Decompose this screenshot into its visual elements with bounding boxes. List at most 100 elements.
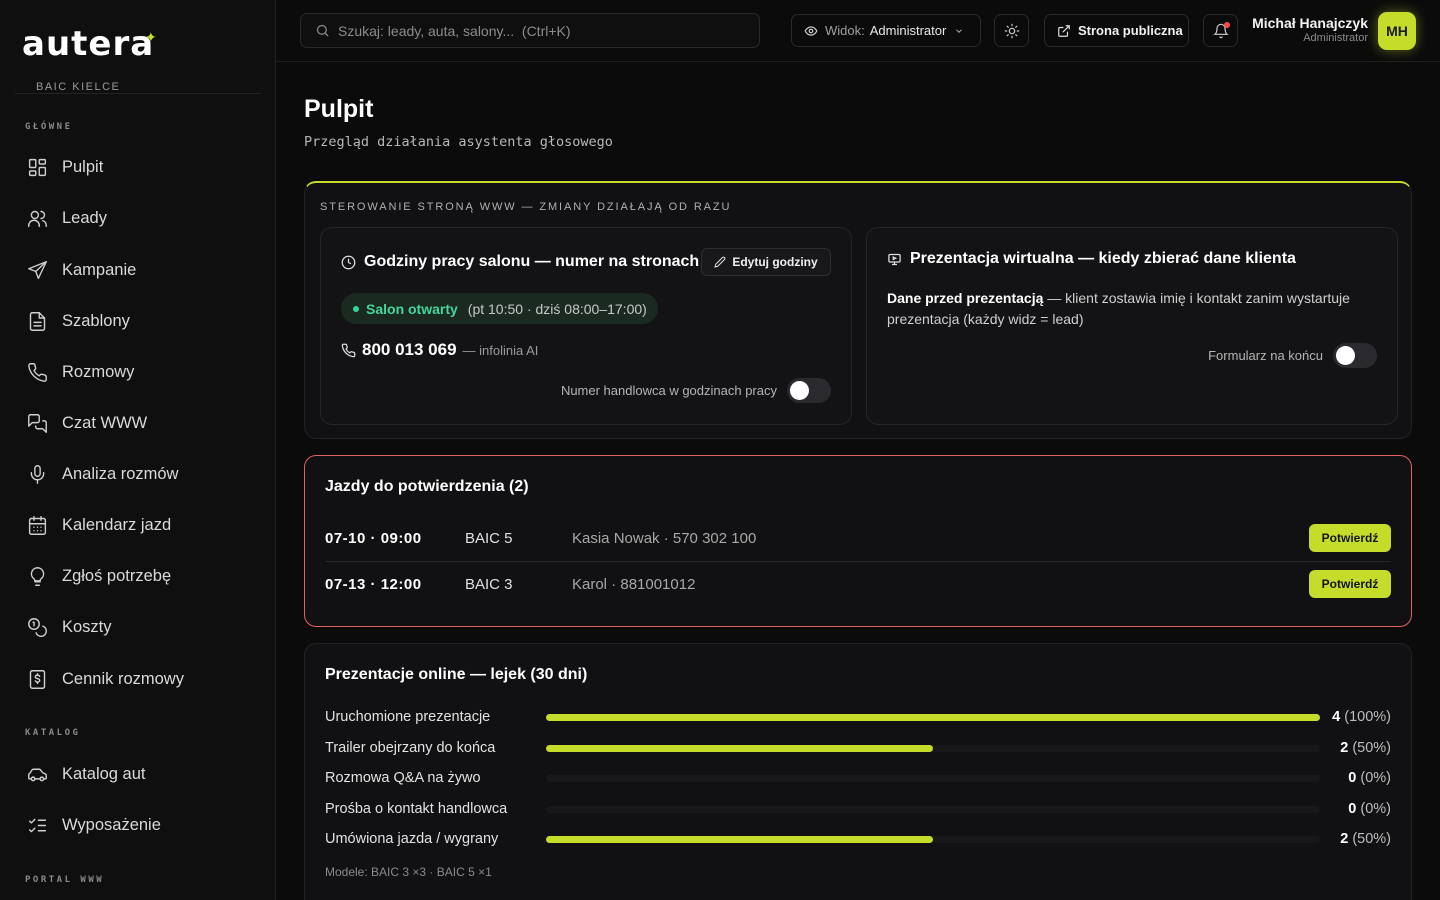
confirm-button[interactable]: Potwierdź bbox=[1309, 524, 1391, 552]
sidebar-item-label: Czat WWW bbox=[62, 413, 148, 432]
sidebar-item-szablony[interactable]: Szablony bbox=[14, 301, 262, 341]
funnel-label: Rozmowa Q&A na żywo bbox=[325, 770, 481, 786]
funnel-percent: (100%) bbox=[1344, 709, 1391, 725]
funnel-bar-track bbox=[546, 835, 1320, 843]
sidebar-item-leady[interactable]: Leady bbox=[14, 198, 262, 238]
sidebar-item-katalog-aut[interactable]: Katalog aut bbox=[14, 754, 262, 794]
funnel-value: 2 (50%) bbox=[1320, 831, 1391, 847]
sidebar-item-pulpit[interactable]: Pulpit bbox=[14, 147, 262, 187]
toggle-knob bbox=[1336, 346, 1355, 365]
avatar[interactable]: MH bbox=[1378, 12, 1416, 50]
dealer-number-toggle-label: Numer handlowca w godzinach pracy bbox=[560, 383, 777, 398]
sidebar-item-zglos-potrzebe[interactable]: Zgłoś potrzebę bbox=[14, 556, 262, 596]
topbar: Widok: Administrator Strona publiczna Mi… bbox=[276, 0, 1440, 62]
notifications-button[interactable] bbox=[1203, 14, 1238, 47]
edit-hours-label: Edytuj godziny bbox=[732, 255, 818, 269]
phone-icon bbox=[341, 343, 356, 357]
brand-logo[interactable]: autera ✦ bbox=[22, 26, 157, 62]
funnel-bar-fill bbox=[546, 744, 933, 752]
sidebar-item-label: Rozmowy bbox=[62, 362, 135, 381]
pricing-icon bbox=[29, 669, 46, 689]
funnel-title: Prezentacje online — lejek (30 dni) bbox=[325, 666, 588, 683]
funnel-label: Umówiona jazda / wygrany bbox=[325, 831, 499, 847]
sidebar-item-analiza-rozmow[interactable]: Analiza rozmów bbox=[14, 454, 262, 494]
sidebar-item-czat-www[interactable]: Czat WWW bbox=[14, 403, 262, 443]
sidebar-item-cennik-rozmowy[interactable]: Cennik rozmowy bbox=[14, 659, 262, 699]
hotline-desc: — infolinia AI bbox=[462, 342, 539, 358]
funnel-bar-track bbox=[546, 713, 1320, 721]
funnel-count: 2 bbox=[1340, 740, 1349, 756]
funnel-row: Uruchomione prezentacje 4 (100%) bbox=[325, 706, 1391, 728]
sidebar-item-koszty[interactable]: Koszty bbox=[14, 607, 262, 647]
theme-toggle-button[interactable] bbox=[994, 14, 1029, 47]
form-end-toggle[interactable] bbox=[1333, 343, 1377, 368]
public-site-button[interactable]: Strona publiczna bbox=[1044, 14, 1189, 47]
send-icon bbox=[28, 260, 47, 279]
hotline-number: 800 013 069 bbox=[362, 340, 457, 359]
checklist-icon bbox=[28, 818, 47, 832]
funnel-bar-track bbox=[546, 744, 1320, 752]
section-label-main: GŁÓWNE bbox=[25, 122, 73, 132]
sidebar-item-label: Cennik rozmowy bbox=[62, 669, 184, 688]
drive-contact: Karol · 881001012 bbox=[572, 575, 696, 593]
pencil-icon bbox=[714, 256, 726, 268]
funnel-percent: (50%) bbox=[1352, 831, 1391, 847]
user-name[interactable]: Michał Hanajczyk bbox=[1252, 15, 1368, 31]
hours-title: Godziny pracy salonu — numer na stronach bbox=[341, 253, 699, 271]
search-input[interactable] bbox=[338, 22, 758, 39]
view-select[interactable]: Widok: Administrator bbox=[791, 14, 981, 47]
section-label-portal: PORTAL WWW bbox=[25, 875, 105, 885]
file-icon bbox=[29, 311, 46, 331]
presentation-description: Dane przed prezentacją — klient zostawia… bbox=[887, 288, 1357, 330]
sidebar-item-label: Kalendarz jazd bbox=[62, 515, 172, 534]
hotline-row: 800 013 069 — infolinia AI bbox=[341, 340, 538, 360]
funnel-label: Uruchomione prezentacje bbox=[325, 709, 491, 725]
sidebar: autera ✦ BAIC KIELCE GŁÓWNE Pulpit Leady… bbox=[0, 0, 276, 900]
table-row: 07-13 · 12:00 BAIC 3 Karol · 881001012 P… bbox=[325, 561, 1391, 607]
notification-badge bbox=[1224, 22, 1230, 28]
public-site-label: Strona publiczna bbox=[1078, 23, 1183, 38]
dealer-number-toggle[interactable] bbox=[787, 378, 831, 403]
dashboard-icon bbox=[28, 158, 47, 176]
drives-card: Jazdy do potwierdzenia (2) 07-10 · 09:00… bbox=[304, 455, 1412, 627]
sidebar-item-kampanie[interactable]: Kampanie bbox=[14, 250, 262, 290]
funnel-row: Prośba o kontakt handlowca 0 (0%) bbox=[325, 798, 1391, 820]
web-control-card: STEROWANIE STRONĄ WWW — ZMIANY DZIAŁAJĄ … bbox=[304, 181, 1412, 439]
form-end-toggle-label: Formularz na końcu bbox=[1208, 348, 1323, 363]
sidebar-item-rozmowy[interactable]: Rozmowy bbox=[14, 352, 262, 392]
funnel-percent: (0%) bbox=[1360, 770, 1391, 786]
logo-star-icon: ✦ bbox=[145, 30, 158, 46]
sidebar-item-kalendarz-jazd[interactable]: Kalendarz jazd bbox=[14, 505, 262, 545]
salon-status-badge: Salon otwarty (pt 10:50 · dziś 08:00–17:… bbox=[341, 293, 658, 324]
presentation-title: Prezentacja wirtualna — kiedy zbierać da… bbox=[887, 250, 1296, 268]
sidebar-item-label: Katalog aut bbox=[62, 764, 146, 783]
drive-datetime: 07-13 · 12:00 bbox=[325, 575, 422, 593]
sidebar-item-label: Pulpit bbox=[62, 157, 104, 176]
funnel-count: 0 bbox=[1348, 770, 1357, 786]
funnel-count: 0 bbox=[1348, 801, 1357, 817]
salon-status: Salon otwarty bbox=[366, 300, 458, 317]
funnel-row: Rozmowa Q&A na żywo 0 (0%) bbox=[325, 767, 1391, 789]
funnel-value: 4 (100%) bbox=[1320, 709, 1391, 725]
edit-hours-button[interactable]: Edytuj godziny bbox=[701, 248, 831, 276]
table-row: 07-10 · 09:00 BAIC 5 Kasia Nowak · 570 3… bbox=[325, 515, 1391, 561]
hours-title-text: Godziny pracy salonu — numer na stronach bbox=[364, 253, 700, 270]
funnel-value: 0 (0%) bbox=[1320, 801, 1391, 817]
page-title: Pulpit bbox=[304, 95, 374, 123]
presentation-icon bbox=[888, 253, 901, 265]
sidebar-item-wyposazenie[interactable]: Wyposażenie bbox=[14, 805, 262, 845]
hours-card: Godziny pracy salonu — numer na stronach… bbox=[320, 227, 852, 425]
chevron-down-icon bbox=[956, 28, 963, 33]
confirm-button[interactable]: Potwierdź bbox=[1309, 570, 1391, 598]
search-box[interactable] bbox=[300, 13, 760, 48]
eye-icon bbox=[804, 25, 818, 36]
drive-model: BAIC 5 bbox=[465, 529, 513, 547]
sidebar-item-label: Zgłoś potrzebę bbox=[62, 566, 172, 585]
dealer-name: BAIC KIELCE bbox=[36, 81, 121, 93]
status-dot bbox=[353, 305, 359, 312]
sidebar-item-label: Wyposażenie bbox=[62, 815, 161, 834]
sidebar-item-label: Koszty bbox=[62, 617, 112, 636]
form-end-toggle-row: Formularz na końcu bbox=[1208, 343, 1377, 368]
presentation-card: Prezentacja wirtualna — kiedy zbierać da… bbox=[866, 227, 1398, 425]
funnel-label: Prośba o kontakt handlowca bbox=[325, 801, 508, 817]
